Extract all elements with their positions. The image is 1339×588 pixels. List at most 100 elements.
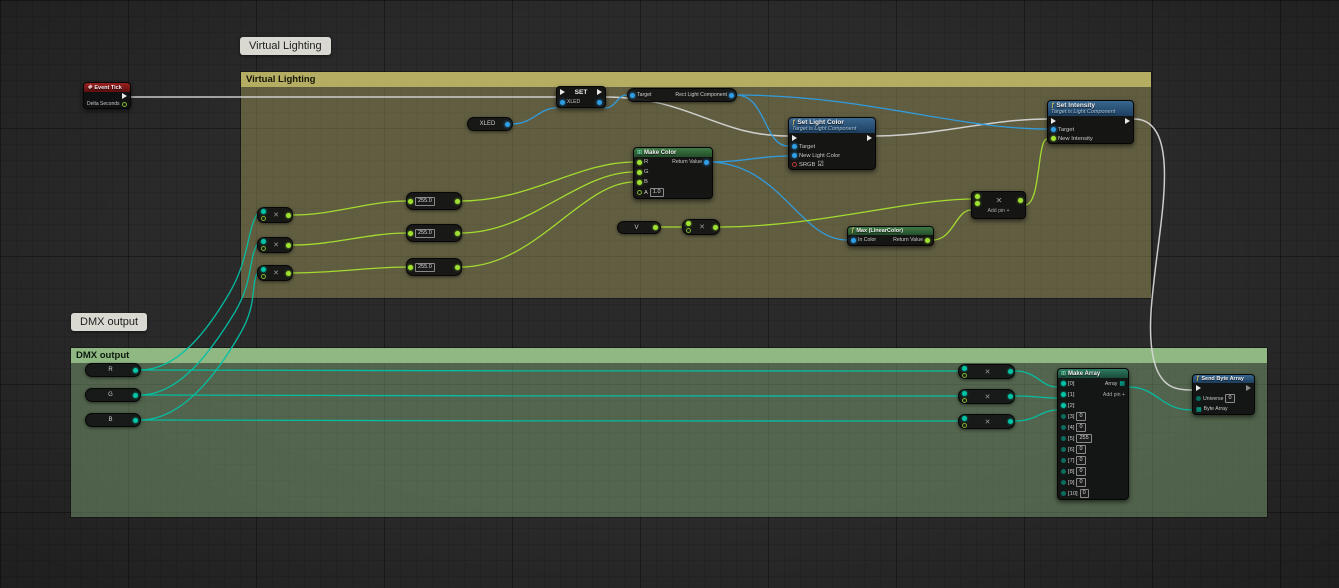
multiply-out-pin[interactable] xyxy=(1008,369,1013,374)
multiply-out-pin[interactable] xyxy=(286,213,291,218)
target-pin[interactable] xyxy=(792,144,797,149)
multiply-in-pin-b[interactable] xyxy=(686,228,691,233)
node-multiply-r[interactable]: ✕ xyxy=(257,207,293,223)
g-in-pin[interactable] xyxy=(637,170,642,175)
srgb-checkbox[interactable]: ☑ xyxy=(817,162,823,168)
target-pin[interactable] xyxy=(1051,127,1056,132)
divide-value-field[interactable]: 255.0 xyxy=(415,229,435,238)
multiply-in-pin-b[interactable] xyxy=(962,423,967,428)
b-in-pin[interactable] xyxy=(637,180,642,185)
node-get-b[interactable]: B xyxy=(85,413,141,427)
array-element-pin[interactable] xyxy=(1061,447,1066,452)
array-element-pin[interactable] xyxy=(1061,381,1066,386)
exec-in-pin[interactable] xyxy=(1051,118,1056,124)
node-get-r[interactable]: R xyxy=(85,363,141,377)
node-divide-255-b[interactable]: 255.0 xyxy=(406,258,462,276)
multiply-out-pin[interactable] xyxy=(713,225,718,230)
node-multiply-dmx-b[interactable]: ✕ xyxy=(958,414,1015,429)
universe-value-field[interactable]: 0 xyxy=(1225,394,1234,403)
node-max-linearcolor[interactable]: ƒ Max (LinearColor) In Color Return Valu… xyxy=(847,226,934,246)
array-element-pin[interactable] xyxy=(1061,436,1066,441)
array-element-value[interactable]: 0 xyxy=(1080,489,1089,498)
multiply-out-pin[interactable] xyxy=(1008,419,1013,424)
byte-array-pin-icon[interactable]: ▦ xyxy=(1196,406,1202,413)
return-value-pin[interactable] xyxy=(704,160,709,165)
multiply-in-pin-a[interactable] xyxy=(962,416,967,421)
xled-set-in-pin[interactable] xyxy=(560,100,565,105)
node-multiply-addpin[interactable]: ✕ Add pin + xyxy=(971,191,1026,219)
exec-in-pin[interactable] xyxy=(560,89,565,95)
multiply-in-pin-b[interactable] xyxy=(261,274,266,279)
exec-out-pin[interactable] xyxy=(867,135,872,141)
node-get-v[interactable]: V xyxy=(617,221,661,234)
multiply-out-pin[interactable] xyxy=(1008,394,1013,399)
a-value-field[interactable]: 1.0 xyxy=(650,188,664,197)
array-element-pin[interactable] xyxy=(1061,425,1066,430)
array-element-pin[interactable] xyxy=(1061,403,1066,408)
multiply-out-pin[interactable] xyxy=(286,243,291,248)
multiply-out-pin[interactable] xyxy=(286,271,291,276)
divide-in-pin[interactable] xyxy=(408,199,413,204)
array-element-value[interactable]: 0 xyxy=(1076,423,1085,432)
multiply-in-pin-b[interactable] xyxy=(261,216,266,221)
srgb-pin[interactable] xyxy=(792,162,797,167)
a-in-pin[interactable] xyxy=(637,190,642,195)
exec-out-pin[interactable] xyxy=(1125,118,1130,124)
node-rect-light-component[interactable]: Target Rect Light Component xyxy=(627,88,737,102)
delta-seconds-pin[interactable] xyxy=(122,102,127,107)
return-value-pin[interactable] xyxy=(925,238,930,243)
add-pin-button[interactable]: Add pin + xyxy=(1103,392,1125,398)
node-get-xled[interactable]: XLED xyxy=(467,117,513,131)
multiply-in-pin-a[interactable] xyxy=(261,209,266,214)
divide-out-pin[interactable] xyxy=(455,265,460,270)
multiply-in-pin-a[interactable] xyxy=(962,366,967,371)
exec-out-pin[interactable] xyxy=(1246,385,1251,391)
node-get-g[interactable]: G xyxy=(85,388,141,402)
divide-out-pin[interactable] xyxy=(455,231,460,236)
array-element-value[interactable]: 0 xyxy=(1076,456,1085,465)
array-element-value[interactable]: 255 xyxy=(1076,434,1091,443)
array-element-pin[interactable] xyxy=(1061,392,1066,397)
array-out-icon[interactable]: ▦ xyxy=(1119,380,1125,387)
exec-out-pin[interactable] xyxy=(122,93,127,99)
r-output-pin[interactable] xyxy=(133,368,138,373)
array-element-pin[interactable] xyxy=(1061,458,1066,463)
divide-in-pin[interactable] xyxy=(408,231,413,236)
exec-out-pin[interactable] xyxy=(597,89,602,95)
array-element-pin[interactable] xyxy=(1061,414,1066,419)
node-multiply-g[interactable]: ✕ xyxy=(257,237,293,253)
target-in-pin[interactable] xyxy=(630,93,635,98)
node-send-byte-array[interactable]: ƒ Send Byte Array Universe 0 ▦ Byte Arra… xyxy=(1192,374,1255,415)
array-element-pin[interactable] xyxy=(1061,480,1066,485)
array-element-pin[interactable] xyxy=(1061,491,1066,496)
multiply-out-pin[interactable] xyxy=(1018,198,1023,203)
array-element-value[interactable]: 0 xyxy=(1076,445,1085,454)
node-set-intensity[interactable]: ƒ Set Intensity Target is Light Componen… xyxy=(1047,100,1134,144)
component-out-pin[interactable] xyxy=(729,93,734,98)
multiply-in-pin-a[interactable] xyxy=(261,267,266,272)
exec-in-pin[interactable] xyxy=(1196,385,1201,391)
new-light-color-pin[interactable] xyxy=(792,153,797,158)
array-element-pin[interactable] xyxy=(1061,469,1066,474)
array-element-value[interactable]: 0 xyxy=(1076,478,1085,487)
blueprint-canvas[interactable]: Virtual Lighting DMX output Virtual Ligh… xyxy=(0,0,1339,588)
b-output-pin[interactable] xyxy=(133,418,138,423)
multiply-in-pin-b[interactable] xyxy=(975,201,980,206)
node-divide-255-r[interactable]: 255.0 xyxy=(406,192,462,210)
r-in-pin[interactable] xyxy=(637,160,642,165)
multiply-in-pin-b[interactable] xyxy=(962,398,967,403)
node-set-light-color[interactable]: ƒ Set Light Color Target is Light Compon… xyxy=(788,117,876,170)
divide-value-field[interactable]: 255.0 xyxy=(415,263,435,272)
divide-out-pin[interactable] xyxy=(455,199,460,204)
xled-output-pin[interactable] xyxy=(505,122,510,127)
multiply-in-pin-b[interactable] xyxy=(261,246,266,251)
array-element-value[interactable]: 0 xyxy=(1076,412,1085,421)
node-make-array[interactable]: ⊞ Make Array [0] Array ▦ [1] Add pin + [… xyxy=(1057,368,1129,500)
multiply-in-pin-a[interactable] xyxy=(261,239,266,244)
v-output-pin[interactable] xyxy=(653,225,658,230)
add-pin-button[interactable]: Add pin + xyxy=(972,208,1025,214)
multiply-in-pin-a[interactable] xyxy=(962,391,967,396)
node-multiply-b[interactable]: ✕ xyxy=(257,265,293,281)
node-multiply-v[interactable]: ✕ xyxy=(682,219,720,235)
multiply-in-pin-a[interactable] xyxy=(975,194,980,199)
